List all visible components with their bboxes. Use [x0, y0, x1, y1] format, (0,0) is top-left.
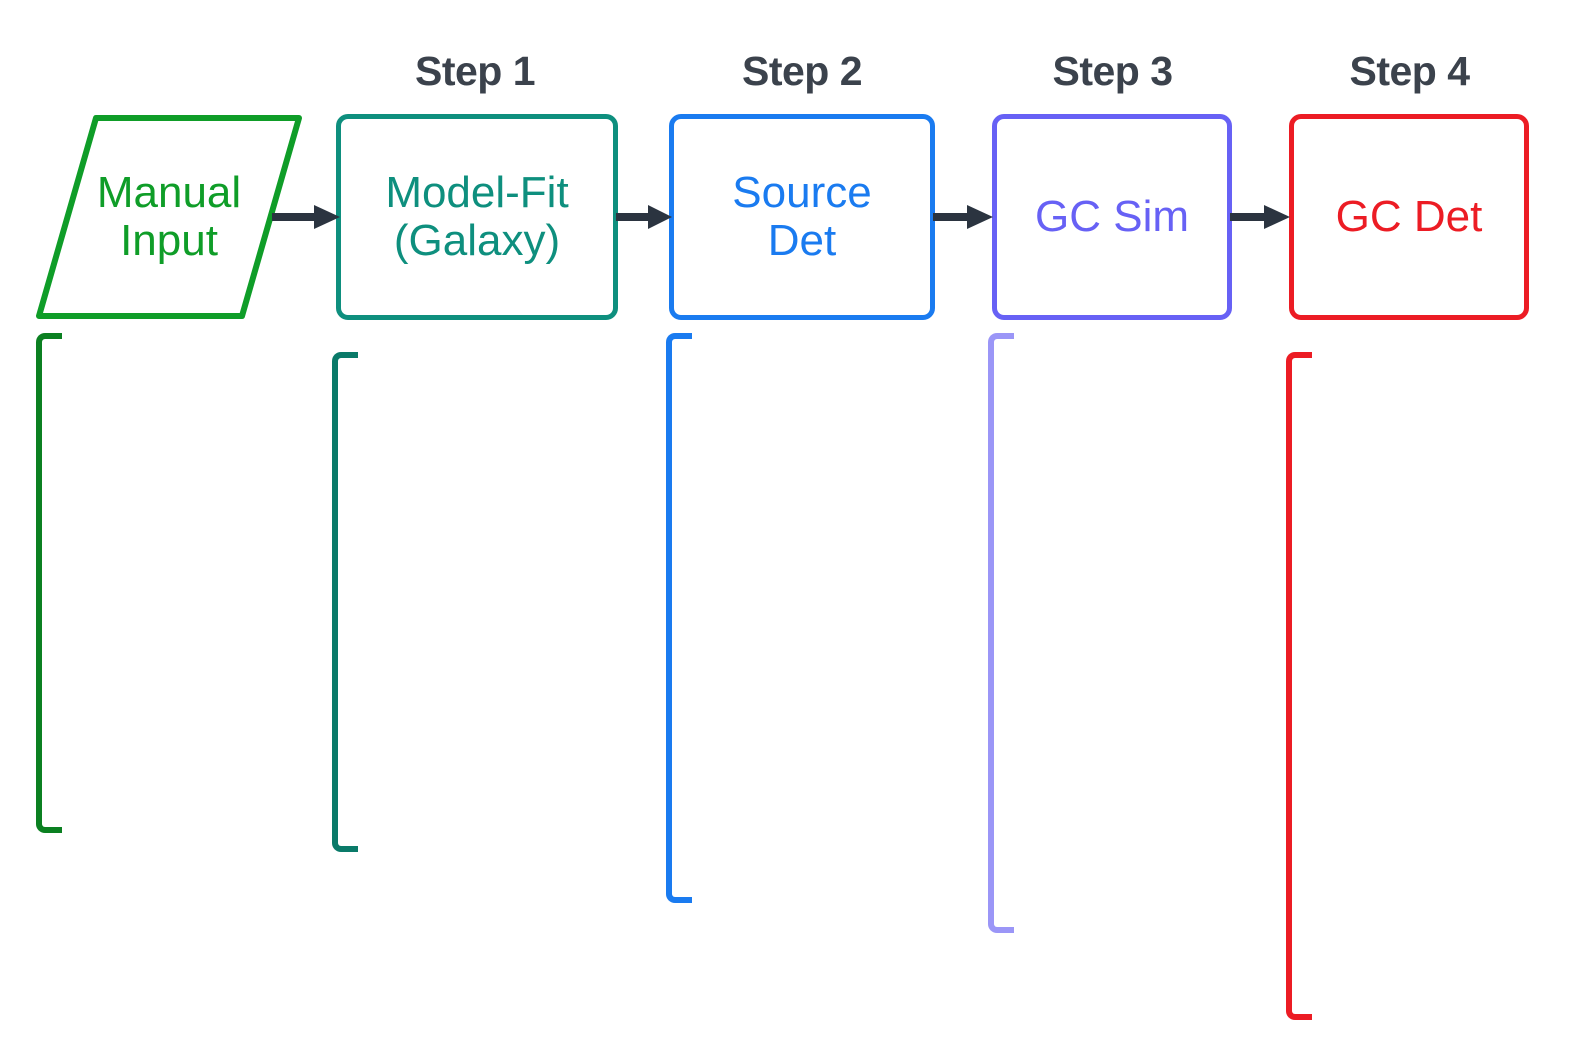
stage-source-det-line1: Source	[732, 168, 872, 218]
stage-model-fit-line1: Model-Fit	[385, 168, 569, 218]
stage-gc-det-line1: GC Det	[1335, 192, 1483, 242]
stage-gc-det[interactable]: GC Det	[1289, 114, 1529, 320]
description-model-fit	[332, 352, 632, 852]
arrow-model-fit-to-source-det	[616, 205, 672, 229]
stage-model-fit[interactable]: Model-Fit (Galaxy)	[336, 114, 618, 320]
stage-source-det[interactable]: Source Det	[669, 114, 935, 320]
description-gc-sim	[988, 333, 1278, 933]
arrow-manual-input-to-model-fit	[272, 205, 340, 229]
bracket-source-det	[666, 333, 692, 903]
step-label-3: Step 3	[1052, 48, 1173, 94]
stage-gc-sim-line1: GC Sim	[1035, 192, 1189, 242]
stage-source-det-line2: Det	[767, 216, 837, 265]
stage-manual-input[interactable]: Manual Input	[34, 113, 304, 321]
arrow-gc-sim-to-gc-det	[1230, 205, 1290, 229]
step-label-1: Step 1	[414, 48, 536, 94]
stage-manual-input-label: Manual Input	[34, 113, 304, 321]
description-manual-input	[36, 333, 336, 833]
stage-model-fit-line2: (Galaxy)	[393, 216, 561, 265]
bracket-gc-sim	[988, 333, 1014, 933]
bracket-gc-det	[1286, 352, 1312, 1020]
description-source-det	[666, 333, 956, 903]
stage-gc-sim[interactable]: GC Sim	[992, 114, 1232, 320]
step-label-4: Step 4	[1349, 48, 1470, 94]
bracket-model-fit	[332, 352, 358, 852]
stage-manual-input-line1: Manual	[96, 168, 242, 218]
arrow-source-det-to-gc-sim	[933, 205, 993, 229]
stage-manual-input-line2: Input	[120, 216, 218, 265]
step-label-2: Step 2	[741, 48, 863, 94]
description-gc-det	[1286, 352, 1580, 1020]
bracket-manual-input	[36, 333, 62, 833]
